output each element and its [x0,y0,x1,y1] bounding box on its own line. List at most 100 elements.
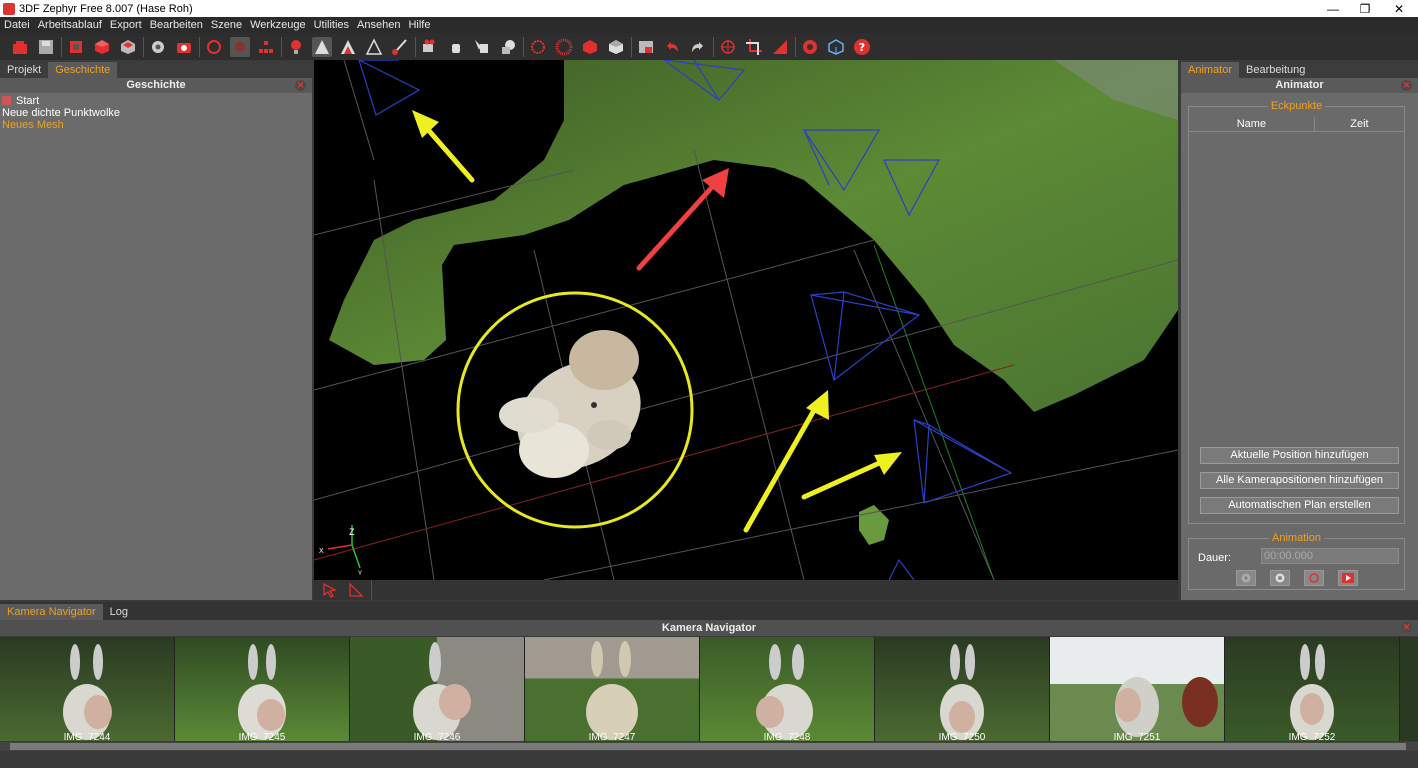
scrollbar-thumb[interactable] [10,743,1406,750]
rabbit-image [63,644,112,740]
rabbit-image [586,641,638,740]
redo-icon[interactable] [688,37,708,57]
undo-icon[interactable] [662,37,682,57]
3d-viewport[interactable]: Z X Y [314,60,1178,580]
settings-gear-icon[interactable] [800,37,820,57]
thumbnail[interactable]: IMG_7248 [700,637,874,741]
menu-hilfe[interactable]: Hilfe [408,19,430,31]
axis-gizmo: Z X Y [319,525,362,577]
tab-animator[interactable]: Animator [1181,62,1240,78]
grass-patch [859,505,889,545]
history-item-current[interactable]: Neues Mesh [2,119,310,131]
gear-cube-icon[interactable] [148,37,168,57]
pointer-cube-icon[interactable] [472,37,492,57]
mesh-red-icon[interactable] [338,37,358,57]
thumbnail-partial[interactable] [1400,637,1418,741]
record-icon[interactable] [1303,570,1324,586]
thumbnail[interactable]: IMG_7246 [350,637,524,741]
tab-kamera-navigator[interactable]: Kamera Navigator [0,604,103,620]
tab-projekt[interactable]: Projekt [0,62,48,78]
new-project-icon[interactable] [10,37,30,57]
shapes-icon[interactable] [498,37,518,57]
wireframe-icon[interactable] [364,37,384,57]
hand-icon[interactable] [446,37,466,57]
thumbnail-caption: IMG_7247 [588,732,636,741]
measure-icon[interactable] [346,580,366,600]
close-icon[interactable]: ✕ [295,80,306,91]
menu-ansehen[interactable]: Ansehen [357,19,400,31]
hierarchy-icon[interactable] [256,37,276,57]
red-mesh-cube-icon[interactable] [580,37,600,57]
history-item[interactable]: Start [2,95,310,107]
left-tabs: Projekt Geschichte [0,60,312,78]
help-icon[interactable]: ? [852,37,872,57]
tab-log[interactable]: Log [103,604,135,620]
export-video-icon[interactable] [1337,570,1358,586]
thumbnail-caption: IMG_7252 [1288,732,1336,741]
cube-red-icon[interactable] [92,37,112,57]
thumbnail[interactable]: IMG_7244 [0,637,174,741]
menu-werkzeuge[interactable]: Werkzeuge [250,19,305,31]
ruler-icon[interactable] [770,37,790,57]
box-blue-icon[interactable] [826,37,846,57]
tab-geschichte[interactable]: Geschichte [48,62,118,78]
light-icon[interactable] [286,37,306,57]
close-icon[interactable]: ✕ [1401,80,1412,91]
menu-szene[interactable]: Szene [211,19,242,31]
textured-cube-icon[interactable] [606,37,626,57]
axis-label-y: Y [358,571,362,577]
select-pointer-icon[interactable] [320,580,340,600]
menu-bar: Datei Arbeitsablauf Export Bearbeiten Sz… [0,17,1418,33]
thumbnail[interactable]: IMG_7252 [1225,637,1399,741]
menu-bearbeiten[interactable]: Bearbeiten [150,19,203,31]
animation-group: Animation Dauer: 00:00.000 [1188,532,1405,590]
add-current-position-button[interactable]: Aktuelle Position hinzufügen [1200,447,1399,464]
thumbnail-strip: IMG_7244 IMG_7245 IMG_7246 IMG_7247 IMG_… [0,637,1418,741]
tab-bearbeitung[interactable]: Bearbeitung [1239,62,1312,78]
thumbnail-caption: IMG_7250 [938,732,986,741]
duration-field[interactable]: 00:00.000 [1261,548,1399,564]
minimize-icon[interactable]: — [1316,0,1350,17]
move-gizmo-icon[interactable] [718,37,738,57]
brush-icon[interactable] [390,37,410,57]
thumbnail[interactable]: IMG_7245 [175,637,349,741]
menu-datei[interactable]: Datei [4,19,30,31]
history-item[interactable]: Neue dichte Punktwolke [2,107,310,119]
menu-arbeitsablauf[interactable]: Arbeitsablauf [38,19,102,31]
auto-plan-button[interactable]: Automatischen Plan erstellen [1200,497,1399,514]
camera-navigator-panel: Kamera Navigator Log Kamera Navigator ✕ … [0,602,1418,768]
orbit-icon[interactable] [230,36,250,57]
close-icon[interactable]: ✕ [1401,622,1412,633]
rabbit-image [413,642,471,740]
thumbnail[interactable]: IMG_7247 [525,637,699,741]
restore-icon[interactable]: ❐ [1348,0,1382,17]
video-camera-icon[interactable] [420,37,440,57]
close-window-icon[interactable]: ✕ [1382,0,1416,17]
menu-export[interactable]: Export [110,19,142,31]
save-icon[interactable] [36,37,56,57]
stop-icon[interactable] [1269,570,1290,586]
thumbnail[interactable]: IMG_7250 [875,637,1049,741]
dense-cloud-icon[interactable] [554,37,574,57]
col-zeit[interactable]: Zeit [1315,117,1404,131]
point-cloud-icon[interactable] [528,37,548,57]
navigator-scrollbar[interactable] [0,742,1418,751]
thumbnail-caption: IMG_7244 [63,732,111,741]
toolbar: ? [0,33,1418,60]
crop-icon[interactable] [744,37,764,57]
camera-icon[interactable] [174,37,194,57]
play-icon[interactable] [1235,570,1256,586]
thumbnail[interactable]: IMG_7251 [1050,637,1224,741]
cube-gray-icon[interactable] [118,37,138,57]
axis-label-z: Z [349,527,355,537]
screenshot-icon[interactable] [636,37,656,57]
menu-utilities[interactable]: Utilities [314,19,349,31]
axis-label-x: X [319,548,324,555]
mesh-icon[interactable] [312,36,332,57]
add-all-camera-positions-button[interactable]: Alle Kamerapositionen hinzufügen [1200,472,1399,489]
workflow-icon[interactable] [66,37,86,57]
scene-svg[interactable]: Z X Y [314,60,1178,580]
col-name[interactable]: Name [1189,117,1315,131]
rotate-icon[interactable] [204,37,224,57]
app-icon [3,2,15,15]
